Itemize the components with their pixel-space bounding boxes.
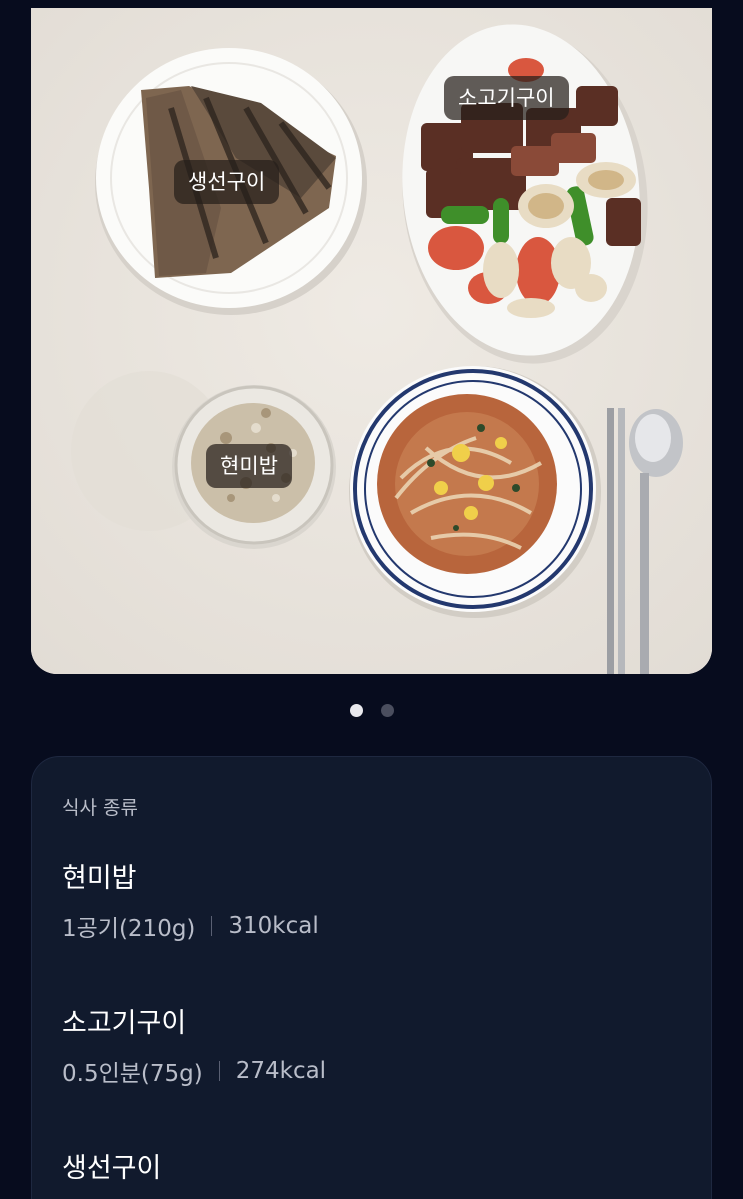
meal-info-card: 식사 종류 현미밥 1공기(210g) 310kcal 소고기구이 0.5인분(… xyxy=(31,756,712,1199)
food-item[interactable]: 생선구이 xyxy=(62,1151,161,1187)
food-tag-fish[interactable]: 생선구이 xyxy=(174,160,280,204)
food-meta: 1공기(210g) 310kcal xyxy=(62,911,319,942)
food-name: 현미밥 xyxy=(62,863,137,894)
food-meta: 0.5인분(75g) 274kcal xyxy=(62,1056,327,1087)
food-tag-beef[interactable]: 소고기구이 xyxy=(444,76,569,120)
meta-divider xyxy=(218,1061,220,1081)
pager-dot[interactable] xyxy=(380,704,394,717)
food-amount: 1공기(210g) xyxy=(62,916,196,942)
food-calories: 274kcal xyxy=(235,1058,327,1084)
food-calories: 310kcal xyxy=(228,913,319,939)
meta-divider xyxy=(211,916,213,936)
meal-detail-screen: 소고기구이 생선구이 현미밥 식사 종류 현미밥 1공기(210g) 310kc… xyxy=(0,0,743,1199)
meal-photo[interactable]: 소고기구이 생선구이 현미밥 xyxy=(31,8,712,674)
meal-type-label: 식사 종류 xyxy=(62,797,138,819)
food-name: 생선구이 xyxy=(62,1153,162,1184)
food-amount: 0.5인분(75g) xyxy=(62,1061,203,1087)
food-name: 소고기구이 xyxy=(62,1008,187,1039)
pager-dot-active[interactable] xyxy=(349,704,363,717)
meal-photo-illustration xyxy=(31,8,712,674)
photo-pager[interactable] xyxy=(0,704,743,717)
food-item[interactable]: 현미밥 1공기(210g) 310kcal xyxy=(62,861,319,942)
food-item[interactable]: 소고기구이 0.5인분(75g) 274kcal xyxy=(62,1006,327,1087)
food-tag-rice[interactable]: 현미밥 xyxy=(206,444,292,488)
